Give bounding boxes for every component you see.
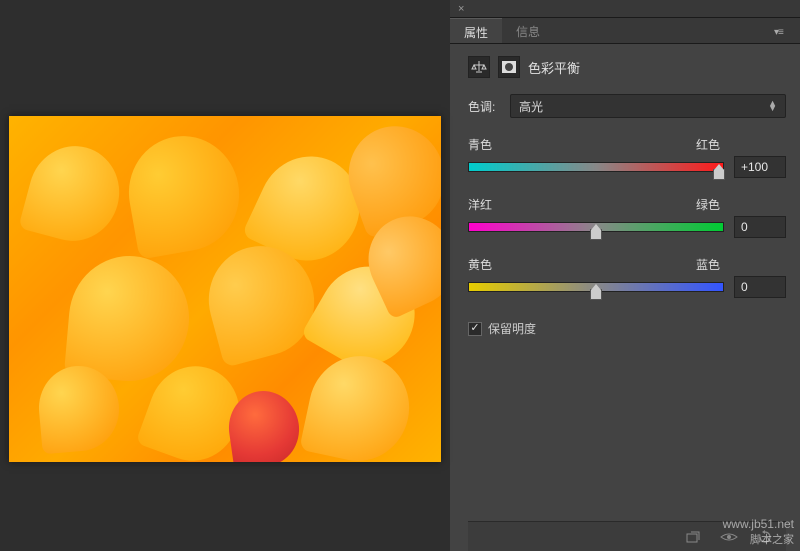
document-image[interactable]	[9, 116, 441, 462]
slider-cyan-red: 青色 红色	[468, 136, 786, 178]
slider-magenta-green: 洋红 绿色	[468, 196, 786, 238]
panel-tabs: 属性 信息	[450, 18, 800, 44]
panel-body: 色彩平衡 色调: 高光 ▲▼ 青色 红色	[450, 44, 800, 551]
canvas-area	[0, 0, 450, 551]
label-green: 绿色	[696, 196, 720, 213]
slider-thumb[interactable]	[713, 169, 725, 180]
select-arrows-icon: ▲▼	[768, 101, 777, 111]
label-cyan: 青色	[468, 136, 492, 153]
adjustment-header: 色彩平衡	[468, 56, 786, 78]
panel-menu-icon[interactable]	[774, 24, 792, 36]
check-icon: ✓	[470, 323, 479, 334]
label-blue: 蓝色	[696, 256, 720, 273]
preserve-luminosity-label: 保留明度	[488, 320, 536, 337]
slider-yellow-blue: 黄色 蓝色	[468, 256, 786, 298]
panel-title-bar: ×	[450, 0, 800, 18]
clip-to-layer-icon[interactable]	[682, 528, 704, 546]
label-magenta: 洋红	[468, 196, 492, 213]
close-icon[interactable]: ×	[458, 3, 464, 15]
slider-track-cyan-red[interactable]	[468, 162, 724, 172]
tone-selected-value: 高光	[519, 98, 543, 115]
label-yellow: 黄色	[468, 256, 492, 273]
tone-select[interactable]: 高光 ▲▼	[510, 94, 786, 118]
tab-properties[interactable]: 属性	[450, 18, 502, 43]
value-cyan-red[interactable]	[734, 156, 786, 178]
tab-info[interactable]: 信息	[502, 18, 554, 43]
slider-track-magenta-green[interactable]	[468, 222, 724, 232]
adjustment-title: 色彩平衡	[528, 58, 580, 77]
slider-track-yellow-blue[interactable]	[468, 282, 724, 292]
watermark: www.jb51.net 脚本之家	[723, 517, 794, 547]
label-red: 红色	[696, 136, 720, 153]
tone-label: 色调:	[468, 98, 502, 115]
preserve-luminosity-checkbox[interactable]: ✓	[468, 322, 482, 336]
preserve-luminosity-row: ✓ 保留明度	[468, 320, 786, 337]
color-balance-icon[interactable]	[468, 56, 490, 78]
slider-thumb[interactable]	[590, 289, 602, 300]
value-magenta-green[interactable]	[734, 216, 786, 238]
properties-panel: × 属性 信息 色彩平衡 色调: 高光 ▲▼	[450, 0, 800, 551]
value-yellow-blue[interactable]	[734, 276, 786, 298]
slider-thumb[interactable]	[590, 229, 602, 240]
layer-mask-icon[interactable]	[498, 56, 520, 78]
tone-row: 色调: 高光 ▲▼	[468, 94, 786, 118]
